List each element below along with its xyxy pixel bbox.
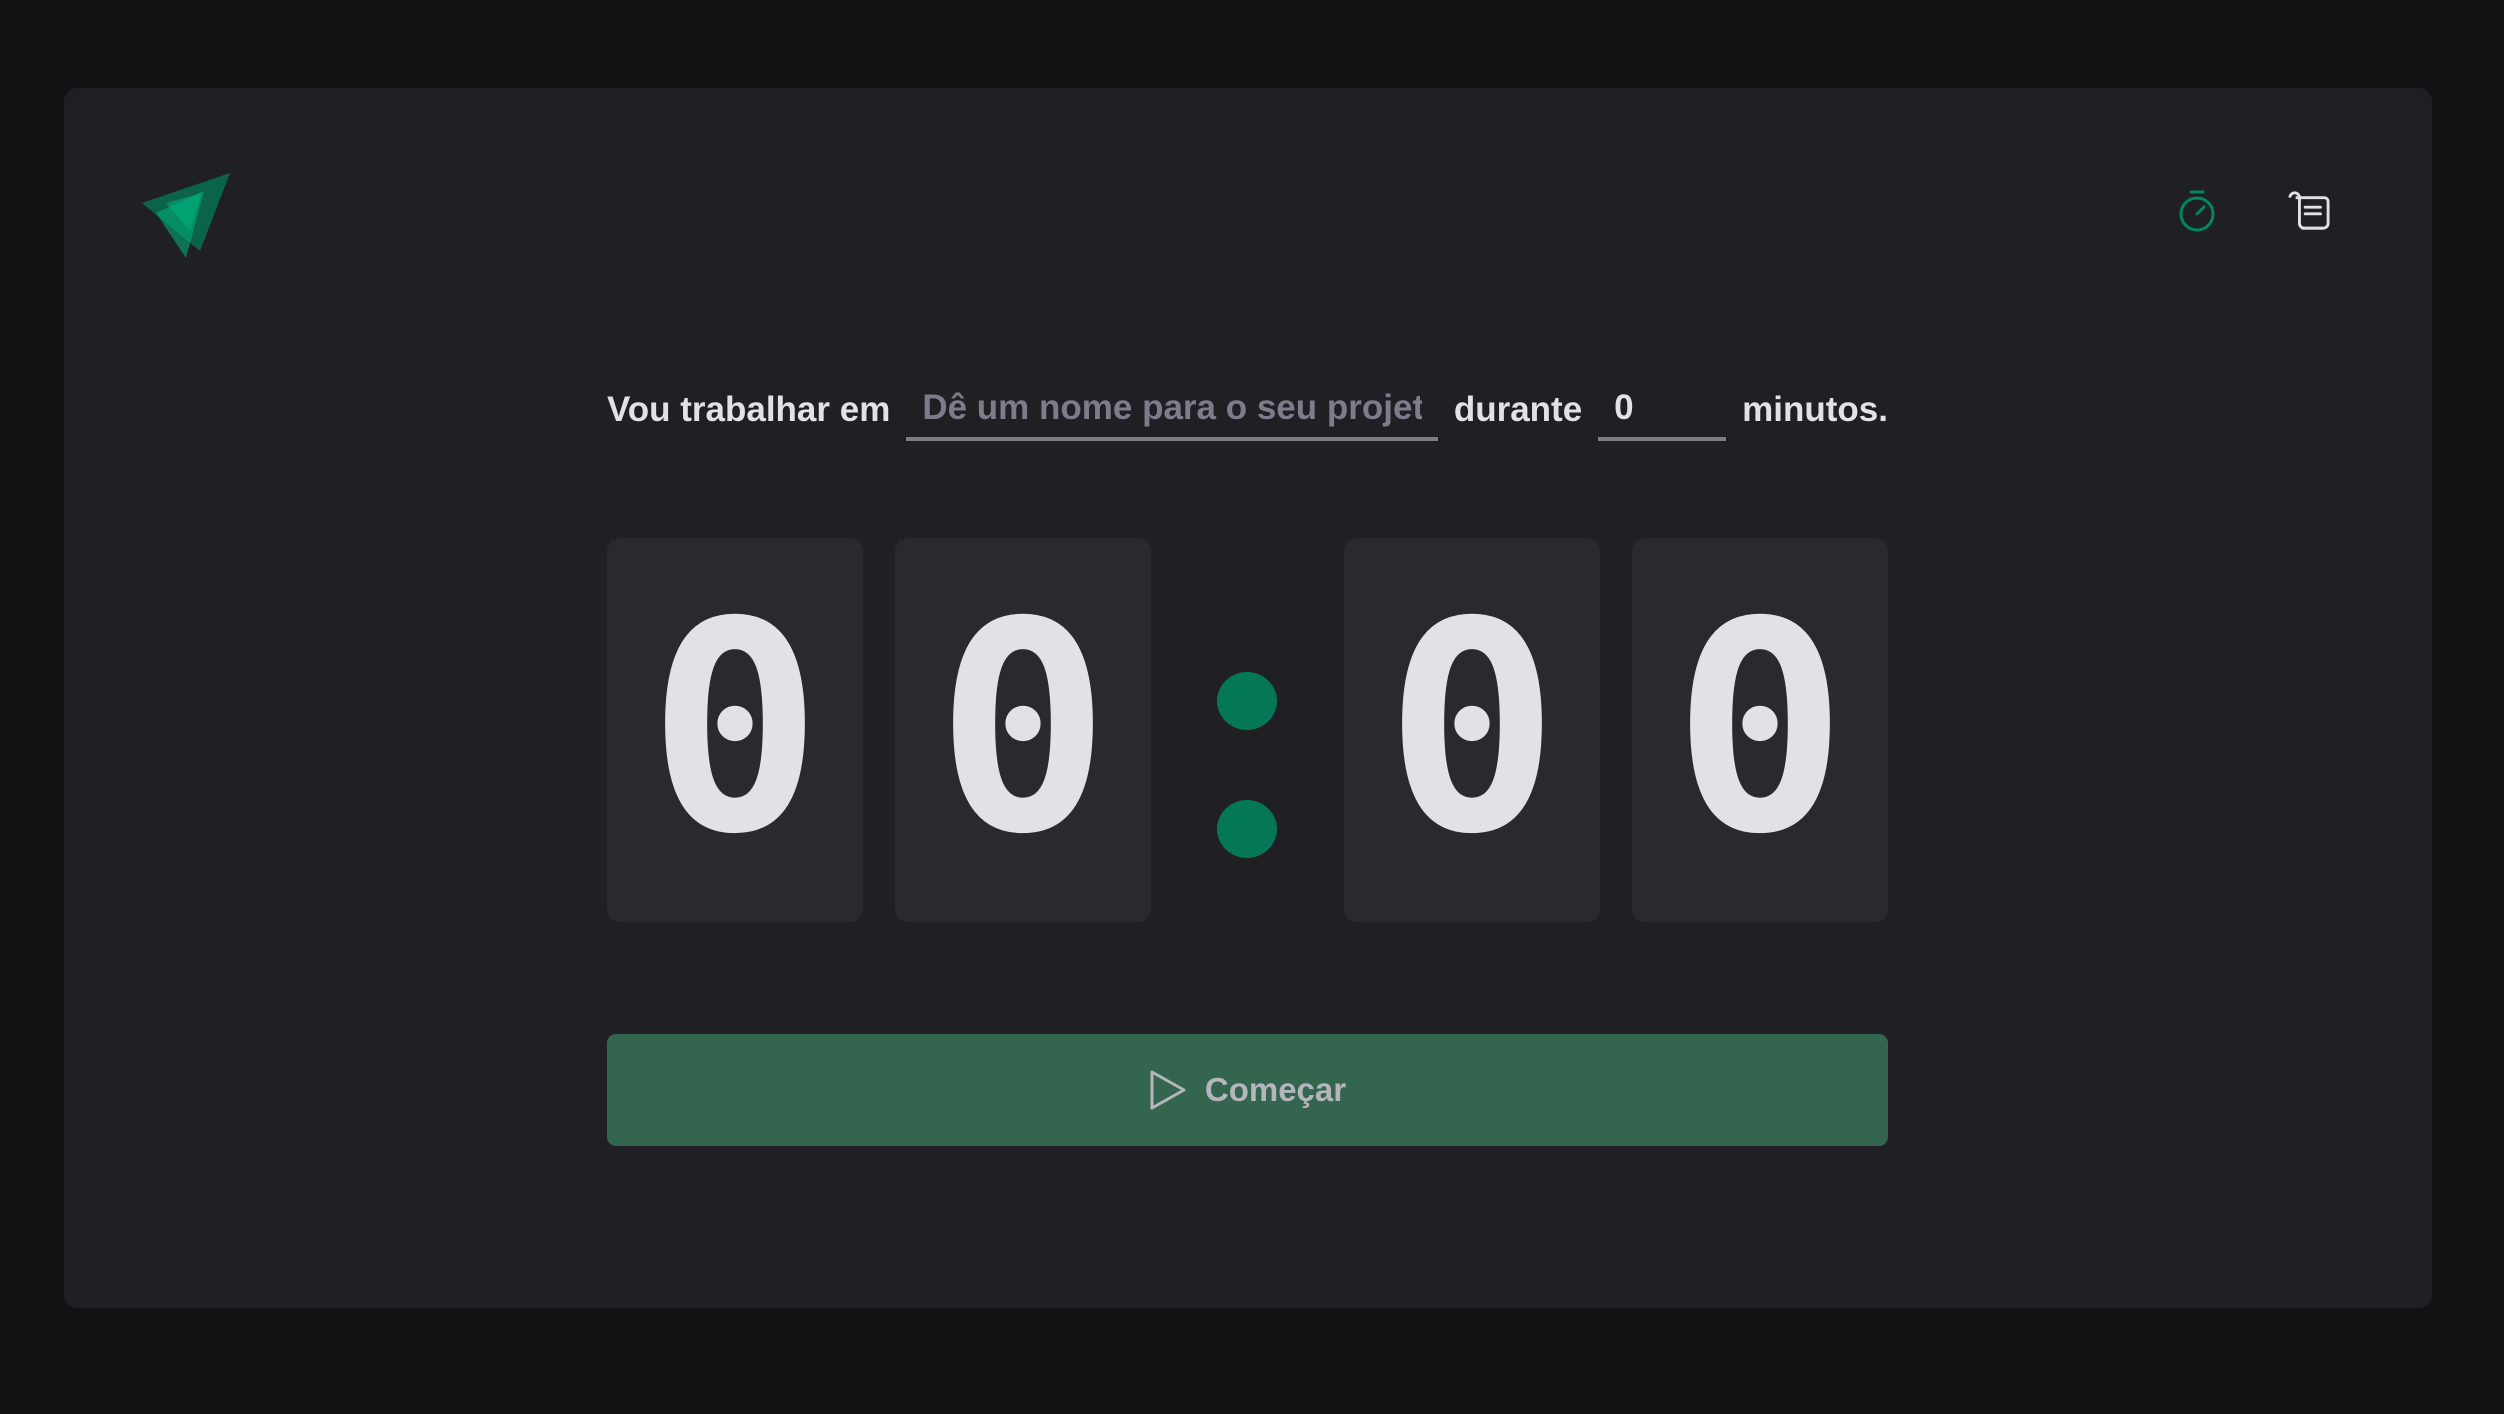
logo-icon [142,173,230,258]
countdown-digit-second-ones: 0 [1632,538,1888,922]
app-container: Vou trabalhar em durante minutos. 0 0 0 … [64,88,2432,1308]
task-form: Vou trabalhar em durante minutos. [607,355,1888,465]
play-icon [1150,1070,1186,1110]
nav-history-button[interactable] [2288,190,2330,232]
task-input[interactable] [906,379,1438,441]
countdown-digit-second-tens: 0 [1344,538,1600,922]
countdown-digit-minute-tens: 0 [607,538,863,922]
countdown-display: 0 0 0 0 [607,538,1888,922]
countdown-separator [1183,538,1311,922]
timer-icon [2179,190,2215,232]
minutes-label: minutos. [1742,390,1888,429]
start-button[interactable]: Começar [607,1034,1888,1146]
nav-timer-button[interactable] [2176,190,2218,232]
main-content: Vou trabalhar em durante minutos. 0 0 0 … [607,88,1888,1308]
separator-dot-bottom [1217,800,1277,858]
header-nav [2176,190,2330,232]
during-label: durante [1453,390,1583,429]
countdown-digit-minute-ones: 0 [895,538,1151,922]
separator-dot-top [1217,672,1277,730]
start-button-label: Começar [1204,1071,1347,1108]
scroll-history-icon [2288,191,2330,230]
task-label: Vou trabalhar em [607,390,891,429]
minutes-input[interactable] [1598,379,1727,441]
